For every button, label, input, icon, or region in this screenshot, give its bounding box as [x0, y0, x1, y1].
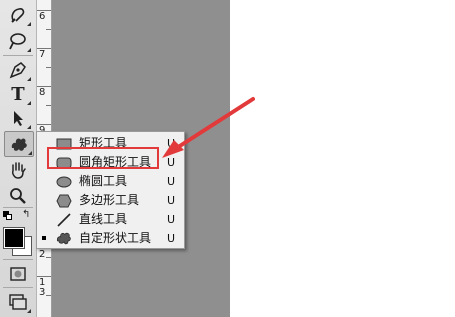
custom-shape-icon [11, 138, 27, 151]
history-brush-icon [11, 8, 25, 23]
photoshop-workspace: T ↰ 6 7 8 2 1 3 矩形工具 U 圆角矩形工具 U 椭圆工具 U 多… [0, 0, 455, 317]
text-icon: T [11, 83, 25, 105]
menu-item-shortcut: U [167, 137, 176, 150]
custom-shape-tool-icon [55, 231, 73, 246]
screen-mode-icon [9, 294, 27, 310]
quick-mask-button[interactable] [4, 262, 32, 286]
menu-item-line-tool[interactable]: 直线工具 U [37, 210, 184, 229]
menu-item-shortcut: U [167, 232, 176, 245]
menu-item-custom-shape-tool[interactable]: 自定形状工具 U [37, 229, 184, 248]
swap-colors-icon[interactable]: ↰ [22, 209, 30, 220]
annotation-highlight-box [47, 147, 159, 169]
menu-item-label: 多边形工具 [79, 193, 140, 207]
active-tool-indicator [42, 236, 46, 240]
screen-mode-button[interactable] [4, 290, 32, 314]
ruler-label: 3 [39, 287, 46, 298]
dodge-icon [9, 33, 26, 50]
default-colors-icon[interactable] [3, 211, 12, 220]
text-tool[interactable]: T [4, 82, 32, 106]
path-selection-icon [14, 111, 23, 126]
menu-item-label: 自定形状工具 [79, 231, 152, 245]
menu-item-shortcut: U [167, 156, 176, 169]
menu-item-label: 椭圆工具 [79, 174, 128, 188]
line-tool-icon [55, 212, 73, 227]
hand-tool[interactable] [4, 158, 32, 182]
custom-shape-tool[interactable] [4, 131, 34, 157]
tools-panel: T ↰ [0, 0, 37, 317]
menu-item-shortcut: U [167, 213, 176, 226]
history-brush-tool[interactable] [4, 3, 32, 27]
pen-tool[interactable] [4, 58, 32, 82]
ellipse-tool-icon [55, 174, 73, 189]
ruler-label: 2 [39, 249, 46, 260]
foreground-color-swatch[interactable] [3, 227, 25, 249]
ruler-label: 8 [39, 87, 46, 98]
hand-icon [12, 162, 26, 179]
menu-item-shortcut: U [167, 194, 176, 207]
path-selection-tool[interactable] [4, 106, 32, 130]
ruler-label: 6 [39, 11, 46, 22]
menu-item-ellipse-tool[interactable]: 椭圆工具 U [37, 172, 184, 191]
menu-item-shortcut: U [167, 175, 176, 188]
zoom-tool[interactable] [4, 184, 32, 208]
quick-mask-icon [10, 267, 26, 281]
menu-item-polygon-tool[interactable]: 多边形工具 U [37, 191, 184, 210]
polygon-tool-icon [55, 193, 73, 208]
pen-icon [9, 62, 26, 79]
ruler-label: 7 [39, 49, 46, 60]
dodge-tool[interactable] [4, 29, 32, 53]
menu-item-label: 直线工具 [79, 212, 128, 226]
zoom-icon [10, 188, 26, 204]
